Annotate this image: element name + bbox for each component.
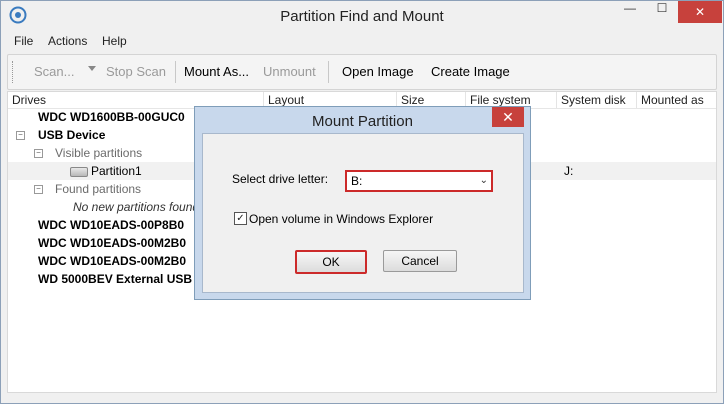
drive-name: WDC WD1600BB-00GUC0: [38, 110, 185, 124]
drive-letter-value: B:: [351, 174, 363, 188]
empty-message: No new partitions found: [73, 200, 200, 214]
column-mounted-as[interactable]: Mounted as: [637, 92, 716, 108]
dialog-body: Select drive letter: B: ⌄ ✓ Open volume …: [202, 133, 524, 293]
drive-name: WD 5000BEV External USB De: [38, 272, 211, 286]
title-bar: Partition Find and Mount — ☐ ✕: [1, 1, 723, 32]
drive-name: USB Device: [38, 128, 106, 142]
cancel-button[interactable]: Cancel: [383, 250, 457, 272]
partition-name: Partition1: [91, 164, 142, 178]
mounted-as-value: J:: [564, 164, 574, 178]
menu-help[interactable]: Help: [102, 34, 127, 48]
chevron-down-icon: ⌄: [479, 175, 488, 186]
dialog-close-button[interactable]: ✕: [492, 107, 524, 127]
scan-button[interactable]: Scan...: [34, 64, 74, 79]
open-image-button[interactable]: Open Image: [342, 64, 414, 79]
minimize-button[interactable]: —: [615, 1, 645, 23]
group-label: Visible partitions: [55, 146, 143, 160]
toolbar-separator: [328, 61, 329, 83]
unmount-button[interactable]: Unmount: [263, 64, 316, 79]
ok-button[interactable]: OK: [295, 250, 367, 274]
collapse-icon[interactable]: −: [16, 131, 25, 140]
toolbar-separator: [175, 61, 176, 83]
mount-as-button[interactable]: Mount As...: [184, 64, 249, 79]
group-label: Found partitions: [55, 182, 142, 196]
drive-letter-label: Select drive letter:: [232, 172, 329, 186]
toolbar: Scan... Stop Scan Mount As... Unmount Op…: [7, 54, 717, 90]
open-explorer-label[interactable]: Open volume in Windows Explorer: [249, 212, 433, 226]
maximize-button[interactable]: ☐: [647, 1, 677, 23]
menu-bar: File Actions Help: [1, 32, 723, 52]
open-explorer-checkbox[interactable]: ✓: [234, 212, 247, 225]
create-image-button[interactable]: Create Image: [431, 64, 510, 79]
drive-name: WDC WD10EADS-00P8B0: [38, 218, 185, 232]
drive-name: WDC WD10EADS-00M2B0: [38, 236, 187, 250]
collapse-icon[interactable]: −: [34, 185, 43, 194]
close-icon: ✕: [694, 5, 706, 19]
stop-scan-button[interactable]: Stop Scan: [106, 64, 166, 79]
close-icon: ✕: [502, 109, 514, 125]
close-button[interactable]: ✕: [678, 1, 722, 23]
chevron-down-icon[interactable]: [88, 66, 96, 71]
mount-partition-dialog: Mount Partition ✕ Select drive letter: B…: [194, 106, 531, 300]
menu-file[interactable]: File: [14, 34, 33, 48]
drive-name: WDC WD10EADS-00M2B0: [38, 254, 187, 268]
dialog-title: Mount Partition: [312, 113, 413, 130]
collapse-icon[interactable]: −: [34, 149, 43, 158]
drive-letter-select[interactable]: B: ⌄: [345, 170, 493, 192]
disk-icon: [70, 167, 88, 177]
maximize-icon: ☐: [656, 1, 668, 15]
toolbar-grip[interactable]: [12, 61, 15, 83]
minimize-icon: —: [624, 1, 636, 15]
column-system-disk[interactable]: System disk: [557, 92, 637, 108]
menu-actions[interactable]: Actions: [48, 34, 87, 48]
